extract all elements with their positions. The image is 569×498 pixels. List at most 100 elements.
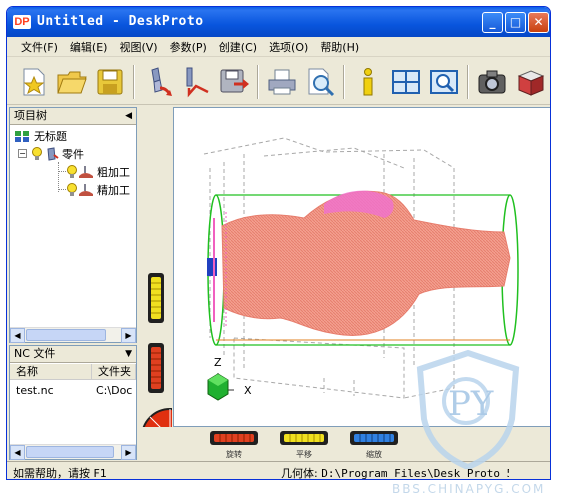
zoom-window-icon	[430, 70, 458, 94]
nc-horizontal-scrollbar[interactable]: ◀ ▶	[10, 444, 136, 460]
rotate-wheel[interactable]	[141, 408, 199, 466]
scroll-thumb[interactable]	[26, 446, 114, 458]
rotate-dial-label: 旋转	[226, 450, 242, 459]
tree-finishing-label: 精加工	[97, 183, 130, 197]
zoom-dial[interactable]	[350, 431, 398, 445]
project-icon	[15, 130, 29, 142]
new-button[interactable]	[15, 63, 53, 101]
scroll-left-icon[interactable]: ◀	[10, 445, 25, 460]
toolbar-separator	[343, 65, 345, 99]
part-body	[207, 190, 511, 336]
toolbar-separator	[467, 65, 469, 99]
close-button[interactable]: ✕	[528, 12, 549, 33]
pan-dial[interactable]	[280, 431, 328, 445]
vertical-zoom-dial[interactable]	[148, 343, 164, 393]
minimize-button[interactable]: _	[482, 12, 503, 33]
import-part-icon	[151, 67, 172, 96]
screenshot-button[interactable]	[473, 63, 511, 101]
axis-x-label: X	[244, 384, 252, 397]
collapse-left-icon[interactable]: ◀	[125, 108, 132, 124]
info-button[interactable]	[349, 63, 387, 101]
box-3d-icon	[517, 70, 545, 96]
maximize-button[interactable]: □	[505, 12, 526, 33]
watermark-letters: PY	[448, 384, 494, 424]
tree-item-finishing[interactable]: 精加工	[58, 181, 130, 198]
layout-icon	[392, 70, 420, 94]
new-icon	[23, 68, 45, 96]
save-button[interactable]	[91, 63, 129, 101]
print-preview-icon	[308, 68, 335, 97]
lightbulb-icon	[67, 164, 77, 178]
view-control-column	[140, 107, 199, 466]
watermark-shield-logo: PY	[416, 349, 520, 469]
print-button[interactable]	[263, 63, 301, 101]
menu-file[interactable]: 文件(F)	[15, 39, 64, 55]
toolbar-separator	[257, 65, 259, 99]
column-header-folder[interactable]: 文件夹	[92, 364, 136, 380]
tree-root-label: 无标题	[34, 129, 67, 143]
app-logo-icon: DP	[13, 15, 31, 29]
watermark-site-text: BBS.CHINAPYG.COM	[392, 482, 546, 496]
axis-triad	[207, 373, 234, 401]
menu-help[interactable]: 帮助(H)	[314, 39, 365, 55]
print-icon	[268, 69, 296, 95]
nc-files-header[interactable]: NC 文件 ▼	[10, 346, 136, 363]
print-preview-button[interactable]	[301, 63, 339, 101]
nc-file-folder: C:\Doc	[96, 384, 133, 397]
tree-part-label: 零件	[62, 147, 84, 161]
tree-connector	[58, 189, 66, 190]
save-nc-icon	[220, 69, 249, 93]
toolpath-button[interactable]	[177, 63, 215, 101]
scroll-right-icon[interactable]: ▶	[121, 328, 136, 343]
3d-view-button[interactable]	[511, 63, 549, 101]
menu-parameters[interactable]: 参数(P)	[164, 39, 213, 55]
open-folder-icon	[57, 71, 87, 94]
project-tree-title: 项目树	[14, 109, 47, 122]
window-title: Untitled - DeskProto	[37, 14, 204, 29]
nc-files-title: NC 文件	[14, 347, 56, 360]
zoom-dial-label: 缩放	[366, 450, 382, 459]
dropdown-arrow-icon[interactable]: ▼	[125, 346, 132, 362]
menu-bar: 文件(F) 编辑(E) 视图(V) 参数(P) 创建(C) 选项(O) 帮助(H…	[7, 37, 550, 57]
info-icon	[363, 68, 373, 96]
tree-item-root[interactable]: 无标题	[14, 127, 67, 144]
tree-connector	[58, 171, 66, 172]
column-header-name[interactable]: 名称	[10, 364, 92, 380]
rotate-dial[interactable]	[210, 431, 258, 445]
pan-dial-label: 平移	[296, 450, 312, 459]
toolbar	[7, 59, 550, 105]
nc-file-name[interactable]: test.nc	[16, 384, 90, 397]
tree-roughing-label: 粗加工	[97, 165, 130, 179]
status-geometry-label: 几何体:	[281, 467, 318, 480]
menu-edit[interactable]: 编辑(E)	[64, 39, 114, 55]
menu-view[interactable]: 视图(V)	[113, 39, 163, 55]
side-dials	[141, 273, 199, 466]
operation-icon	[79, 183, 93, 196]
scroll-right-icon[interactable]: ▶	[121, 445, 136, 460]
menu-create[interactable]: 创建(C)	[213, 39, 263, 55]
zoom-window-button[interactable]	[425, 63, 463, 101]
camera-icon	[478, 70, 506, 94]
project-tree-header: 项目树 ◀	[10, 108, 136, 125]
toolbar-separator	[133, 65, 135, 99]
tree-expand-icon[interactable]: −	[18, 149, 27, 158]
open-button[interactable]	[53, 63, 91, 101]
save-icon	[97, 69, 123, 95]
scroll-thumb[interactable]	[26, 329, 106, 341]
nc-files-panel: NC 文件 ▼ 名称 文件夹 test.nc C:\Doc ◀ ▶	[9, 345, 137, 460]
tree-horizontal-scrollbar[interactable]: ◀ ▶	[10, 327, 136, 343]
scroll-left-icon[interactable]: ◀	[10, 328, 25, 343]
tree-item-part[interactable]: − 零件	[18, 145, 84, 162]
lightbulb-icon	[67, 182, 77, 196]
save-nc-button[interactable]	[215, 63, 253, 101]
project-tree-panel: 项目树 ◀ 无标题 − 零件 粗加工 精加工 ◀ ▶	[9, 107, 137, 343]
menu-options[interactable]: 选项(O)	[263, 39, 314, 55]
lightbulb-icon	[32, 146, 42, 160]
import-part-button[interactable]	[139, 63, 177, 101]
title-bar[interactable]: DP Untitled - DeskProto _ □ ✕	[7, 7, 550, 37]
operation-icon	[79, 165, 93, 178]
tree-item-roughing[interactable]: 粗加工	[58, 163, 130, 180]
vertical-pan-dial[interactable]	[148, 273, 164, 323]
axis-z-label: Z	[214, 356, 222, 369]
layout-button[interactable]	[387, 63, 425, 101]
